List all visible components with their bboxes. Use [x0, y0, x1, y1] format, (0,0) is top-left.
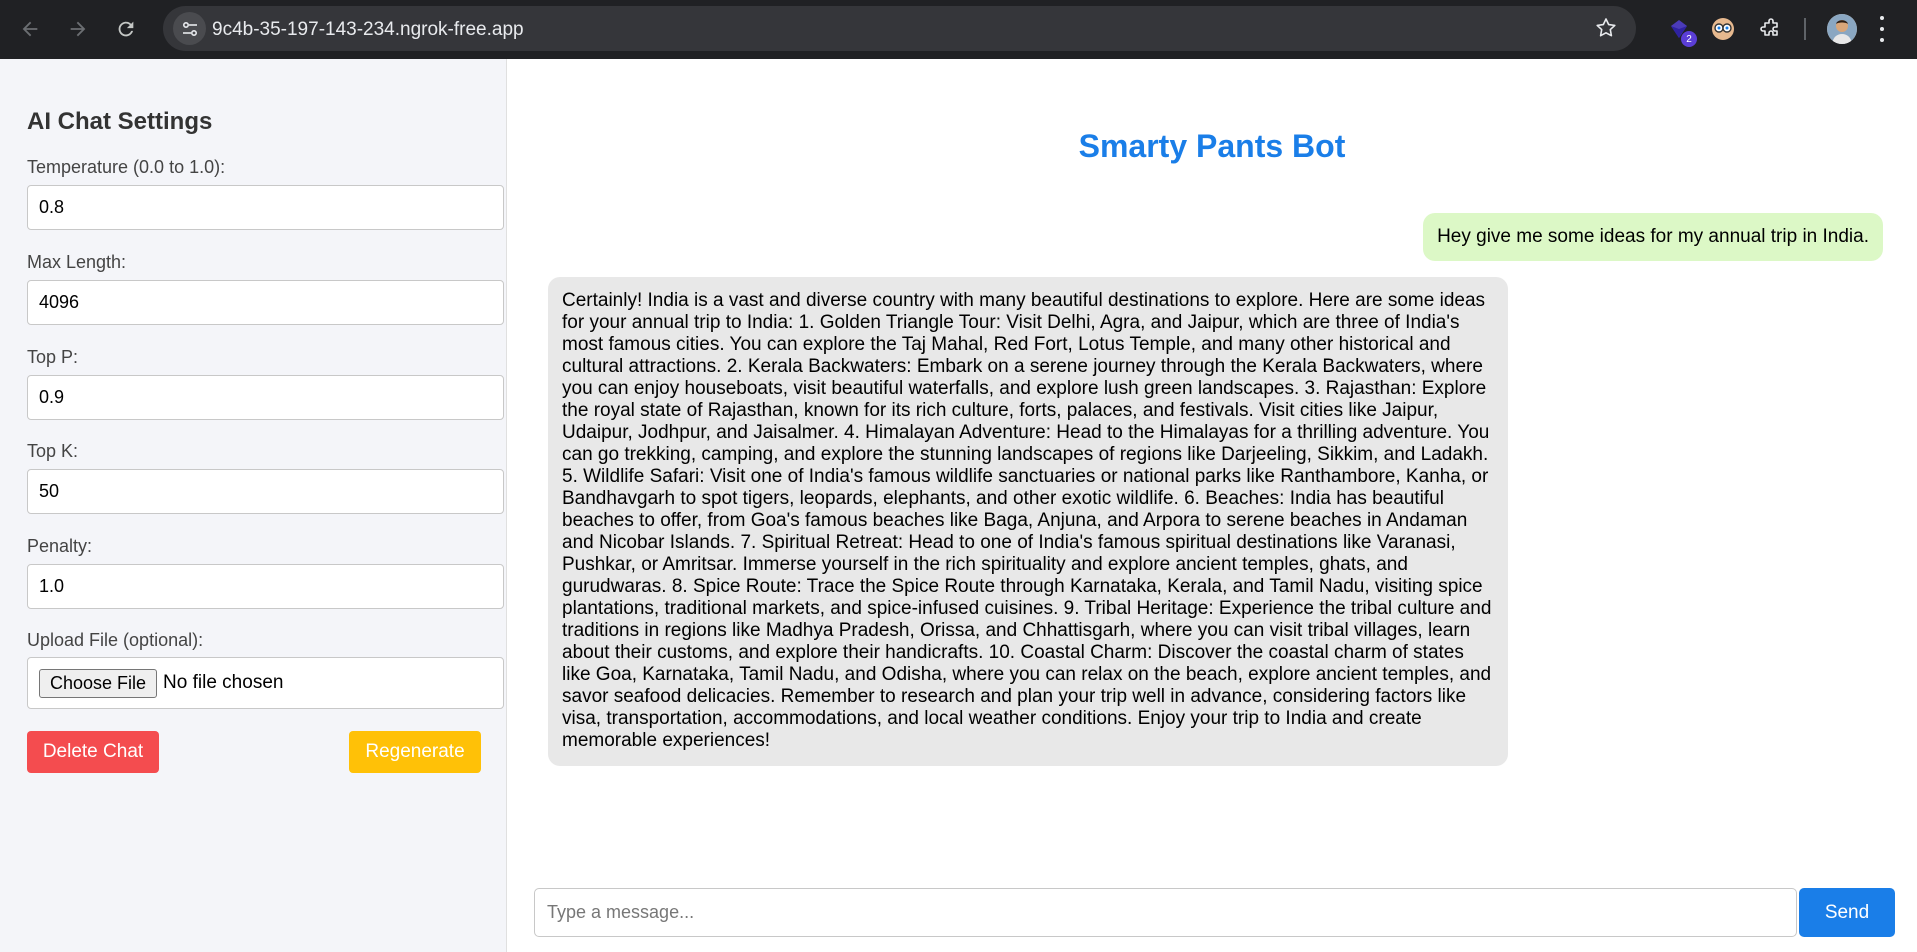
forward-arrow-icon — [70, 21, 86, 37]
send-button[interactable]: Send — [1799, 888, 1895, 937]
toolbar-divider — [1804, 18, 1806, 40]
top-p-label: Top P: — [27, 347, 79, 367]
avatar-image — [1827, 14, 1857, 44]
extension-button-1[interactable]: 2 — [1664, 14, 1697, 47]
message-input[interactable] — [534, 888, 1797, 937]
extension-button-2[interactable] — [1708, 14, 1738, 44]
back-button[interactable] — [13, 12, 47, 46]
temperature-input[interactable]: 0.8 — [27, 185, 504, 230]
choose-file-button[interactable]: Choose File — [39, 668, 158, 698]
delete-chat-button[interactable]: Delete Chat — [27, 731, 159, 773]
bot-title: Smarty Pants Bot — [1078, 128, 1346, 164]
max-length-label: Max Length: — [27, 252, 127, 272]
settings-sidebar: AI Chat Settings Temperature (0.0 to 1.0… — [0, 59, 507, 952]
temperature-label: Temperature (0.0 to 1.0): — [27, 157, 226, 177]
address-bar[interactable]: 9c4b-35-197-143-234.ngrok-free.app — [163, 6, 1636, 51]
user-message: Hey give me some ideas for my annual tri… — [1423, 213, 1883, 261]
more-menu-icon[interactable] — [1878, 16, 1886, 42]
reload-icon — [118, 21, 134, 37]
file-status-text: No file chosen — [163, 672, 284, 693]
site-info-button[interactable] — [173, 12, 206, 45]
profile-avatar[interactable] — [1827, 14, 1857, 44]
extension-badge: 2 — [1681, 31, 1697, 47]
reload-button[interactable] — [109, 12, 143, 46]
extension-face-icon — [1712, 18, 1734, 40]
max-length-input[interactable]: 4096 — [27, 280, 504, 325]
settings-title: AI Chat Settings — [27, 108, 213, 135]
regenerate-button[interactable]: Regenerate — [349, 731, 481, 773]
file-upload-field: Choose File No file chosen — [27, 657, 504, 709]
forward-button[interactable] — [61, 12, 95, 46]
star-icon[interactable] — [1594, 16, 1618, 40]
top-k-input[interactable]: 50 — [27, 469, 504, 514]
extensions-button[interactable] — [1756, 14, 1786, 44]
site-info-icon — [182, 21, 197, 36]
url-text[interactable]: 9c4b-35-197-143-234.ngrok-free.app — [212, 19, 524, 41]
browser-toolbar: 9c4b-35-197-143-234.ngrok-free.app 2 — [0, 0, 1917, 59]
penalty-label: Penalty: — [27, 536, 93, 556]
back-arrow-icon — [22, 21, 38, 37]
bot-message: Certainly! India is a vast and diverse c… — [548, 277, 1508, 766]
extension-puzzle-icon — [1760, 18, 1778, 36]
top-k-label: Top K: — [27, 441, 79, 461]
top-p-input[interactable]: 0.9 — [27, 375, 504, 420]
penalty-input[interactable]: 1.0 — [27, 564, 504, 609]
chat-panel: Smarty Pants Bot Hey give me some ideas … — [507, 59, 1917, 952]
upload-label: Upload File (optional): — [27, 630, 204, 650]
